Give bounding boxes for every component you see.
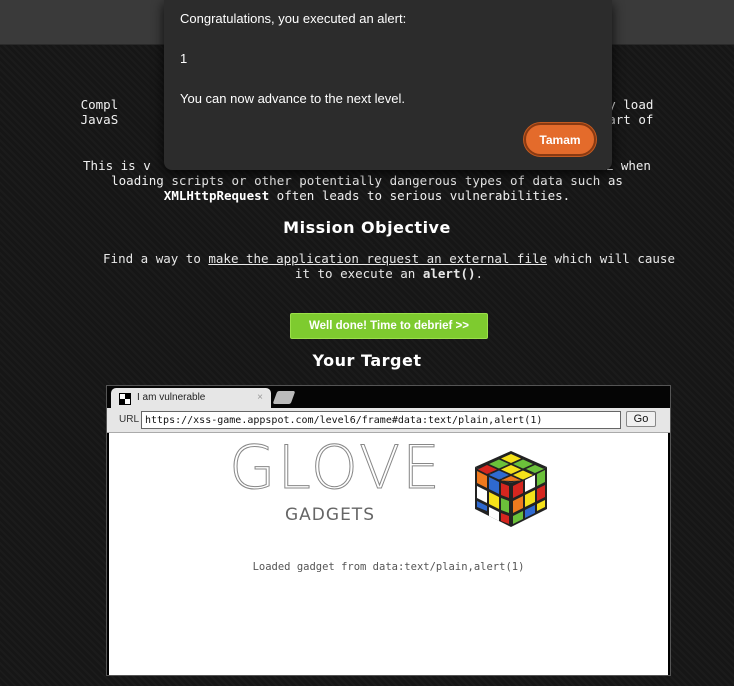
ok-button[interactable]: Tamam <box>524 123 596 156</box>
intro2-line-2: loading scripts or other potentially dan… <box>111 173 623 188</box>
target-iframe-content: GLOVE GADGETS Loaded gadget from data:te… <box>109 433 668 675</box>
alert-value: 1 <box>180 51 188 66</box>
mission-text-pre: Find a way to <box>103 251 209 266</box>
url-input[interactable] <box>141 411 621 429</box>
tab-title: I am vulnerable <box>137 392 206 403</box>
alert-dialog: Congratulations, you executed an alert: … <box>164 0 612 170</box>
intro-line-2: JavaS <box>80 112 119 127</box>
rubiks-cube-icon <box>475 451 547 527</box>
alert-title: Congratulations, you executed an alert: <box>180 11 407 26</box>
intro-line-2-end: art of <box>608 112 654 127</box>
mission-text-end: . <box>475 266 484 281</box>
your-target-heading: Your Target <box>312 351 422 370</box>
alert-message: You can now advance to the next level. <box>180 91 406 106</box>
intro2-line-3: often leads to serious vulnerabilities. <box>269 188 571 203</box>
debrief-button[interactable]: Well done! Time to debrief >> <box>290 313 488 339</box>
new-tab-button[interactable] <box>272 391 296 404</box>
browser-tab[interactable]: I am vulnerable × <box>111 388 271 408</box>
intro-line-1-end: y load <box>608 97 654 112</box>
close-icon[interactable]: × <box>257 392 263 403</box>
url-bar: URL Go <box>107 408 670 433</box>
target-browser-frame: I am vulnerable × URL Go GLOVE GADGETS <box>106 385 671 676</box>
go-button[interactable]: Go <box>626 411 656 427</box>
intro-line-1: Compl <box>80 97 119 112</box>
favicon-icon <box>119 393 131 405</box>
xmlhttprequest-code: XMLHttpRequest <box>163 188 270 203</box>
loaded-gadget-message: Loaded gadget from data:text/plain,alert… <box>252 561 525 573</box>
browser-tab-bar: I am vulnerable × <box>107 386 670 408</box>
mission-objective-text: Find a way to make the application reque… <box>100 251 678 281</box>
mission-objective-heading: Mission Objective <box>283 218 451 237</box>
intro2-start: This is v <box>83 158 151 173</box>
url-label: URL <box>119 414 140 425</box>
alert-code: alert() <box>422 266 476 281</box>
gadgets-logo-text: GADGETS <box>285 505 375 525</box>
mission-hint-link[interactable]: make the application request an external… <box>208 251 547 266</box>
glove-logo-text: GLOVE <box>229 433 442 504</box>
